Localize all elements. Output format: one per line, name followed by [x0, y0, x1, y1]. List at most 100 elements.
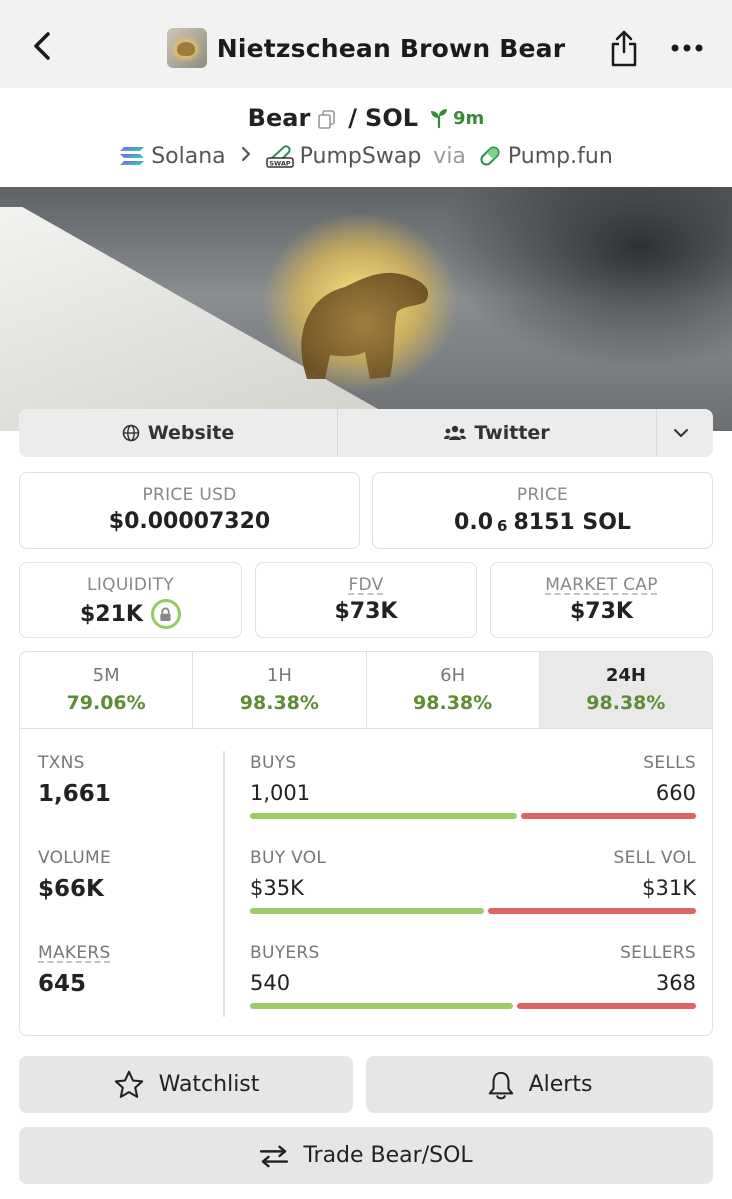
share-button[interactable] — [608, 28, 640, 68]
buys-sells-bar — [250, 813, 696, 819]
sell-vol-value: $31K — [642, 876, 696, 900]
alerts-label: Alerts — [528, 1072, 593, 1097]
tab-label: 1H — [266, 665, 292, 686]
price-usd-label: PRICE USD — [142, 485, 237, 505]
twitter-link[interactable]: Twitter — [338, 409, 657, 457]
volume-value: $66K — [38, 876, 104, 902]
price-zero-count: 6 — [497, 517, 508, 535]
buy-sell-volume: BUY VOL SELL VOL $35K $31K — [250, 848, 696, 914]
lock-icon[interactable] — [150, 599, 181, 629]
via-text: via — [433, 143, 466, 169]
price-native-value: 0.0 6 8151 SOL — [373, 509, 712, 536]
tab-24h[interactable]: 24H 98.38% — [539, 652, 712, 728]
tab-label: 5M — [92, 665, 120, 686]
chevron-right-icon — [240, 144, 252, 169]
website-label: Website — [147, 422, 235, 444]
tab-6h[interactable]: 6H 98.38% — [367, 652, 540, 728]
dex-name[interactable]: PumpSwap — [300, 144, 422, 169]
market-cap-value: $73K — [570, 599, 633, 624]
swap-arrows-icon — [260, 1145, 289, 1167]
trade-button[interactable]: Trade Bear/SOL — [19, 1127, 713, 1184]
chevron-down-icon — [674, 429, 688, 437]
tab-change: 79.06% — [66, 692, 146, 714]
makers-stat: MAKERS 645 — [38, 943, 111, 997]
watchlist-label: Watchlist — [158, 1072, 260, 1097]
timeframe-tabs: 5M 79.06% 1H 98.38% 6H 98.38% 24H 98.38% — [20, 652, 712, 729]
seedling-icon — [431, 109, 448, 129]
fdv-value: $73K — [334, 599, 398, 624]
txns-value: 1,661 — [38, 781, 111, 807]
tab-change: 98.38% — [413, 692, 493, 714]
more-options-button[interactable] — [670, 34, 704, 62]
tab-label: 24H — [605, 665, 646, 686]
price-native-card: PRICE 0.0 6 8151 SOL — [372, 472, 713, 549]
launchpad-name[interactable]: Pump.fun — [508, 144, 613, 169]
solana-icon — [119, 145, 145, 167]
sell-bar — [521, 813, 696, 819]
pumpswap-icon: SWAP — [265, 144, 294, 168]
buys-value: 1,001 — [250, 781, 311, 805]
base-symbol: Bear — [247, 104, 311, 132]
price-usd-value: $0.00007320 — [108, 509, 271, 534]
fdv-card: FDV $73K — [255, 562, 477, 638]
star-icon — [114, 1070, 143, 1098]
pair-age: 9m — [428, 107, 484, 129]
tab-5m[interactable]: 5M 79.06% — [20, 652, 194, 728]
price-digits: 8151 SOL — [513, 509, 631, 535]
alerts-button[interactable]: Alerts — [366, 1056, 713, 1113]
social-links-bar: Website Twitter — [19, 409, 713, 457]
buyers-label: BUYERS — [250, 943, 320, 963]
share-icon — [611, 30, 637, 67]
tab-label: 6H — [440, 665, 466, 686]
trade-label: Trade Bear/SOL — [303, 1143, 473, 1168]
sell-bar — [488, 908, 696, 914]
top-bar: Nietzschean Brown Bear — [0, 0, 732, 88]
globe-icon — [122, 424, 140, 442]
page-title: Nietzschean Brown Bear — [216, 33, 566, 63]
users-icon — [444, 425, 467, 440]
fdv-label[interactable]: FDV — [256, 575, 476, 595]
buy-vol-value: $35K — [250, 876, 304, 900]
liquidity-label: LIQUIDITY — [87, 575, 174, 595]
price-usd-card: PRICE USD $0.00007320 — [19, 472, 360, 549]
volume-row: VOLUME $66K BUY VOL SELL VOL $35K $31K — [20, 848, 712, 938]
token-avatar — [166, 28, 207, 68]
makers-value: 645 — [38, 971, 87, 997]
bell-icon — [488, 1071, 513, 1099]
more-links-button[interactable] — [657, 409, 713, 457]
copy-icon[interactable] — [318, 108, 336, 129]
volume-label: VOLUME — [38, 848, 111, 868]
txns-row: TXNS 1,661 BUYS SELLS 1,001 660 — [20, 753, 712, 843]
website-link[interactable]: Website — [19, 409, 338, 457]
pair-title: Bear / SOL 9m — [0, 100, 732, 136]
sells-value: 660 — [655, 781, 696, 805]
makers-row: MAKERS 645 BUYERS SELLERS 540 368 — [20, 943, 712, 1033]
watchlist-button[interactable]: Watchlist — [19, 1056, 353, 1113]
chain-name[interactable]: Solana — [151, 144, 225, 169]
makers-label[interactable]: MAKERS — [38, 943, 111, 963]
sellers-label: SELLERS — [620, 943, 696, 963]
buyers-sellers-bar — [250, 1003, 696, 1009]
liquidity-value: $21K — [80, 601, 143, 627]
liquidity-value-row: $21K — [20, 599, 241, 629]
transaction-metrics: TXNS 1,661 BUYS SELLS 1,001 660 VOLUME $66… — [20, 731, 712, 1035]
txns-label: TXNS — [38, 753, 85, 773]
buy-bar — [250, 813, 517, 819]
chain-breadcrumb: Solana SWAP PumpSwap via Pump.fun — [0, 140, 732, 172]
pair-separator: / — [348, 104, 358, 132]
tab-change: 98.38% — [586, 692, 666, 714]
buy-vol-label: BUY VOL — [250, 848, 327, 868]
more-icon — [671, 44, 703, 52]
price-label: PRICE — [516, 485, 569, 505]
volume-stat: VOLUME $66K — [38, 848, 111, 902]
txns-stat: TXNS 1,661 — [38, 753, 111, 807]
tab-1h[interactable]: 1H 98.38% — [193, 652, 367, 728]
buyers-sellers: BUYERS SELLERS 540 368 — [250, 943, 696, 1009]
pair-age-text: 9m — [453, 107, 485, 129]
twitter-label: Twitter — [474, 422, 550, 444]
market-cap-label[interactable]: MARKET CAP — [491, 575, 712, 595]
bear-image — [301, 272, 429, 379]
sells-label: SELLS — [643, 753, 696, 773]
tab-change: 98.38% — [239, 692, 319, 714]
svg-text:SWAP: SWAP — [269, 160, 291, 168]
